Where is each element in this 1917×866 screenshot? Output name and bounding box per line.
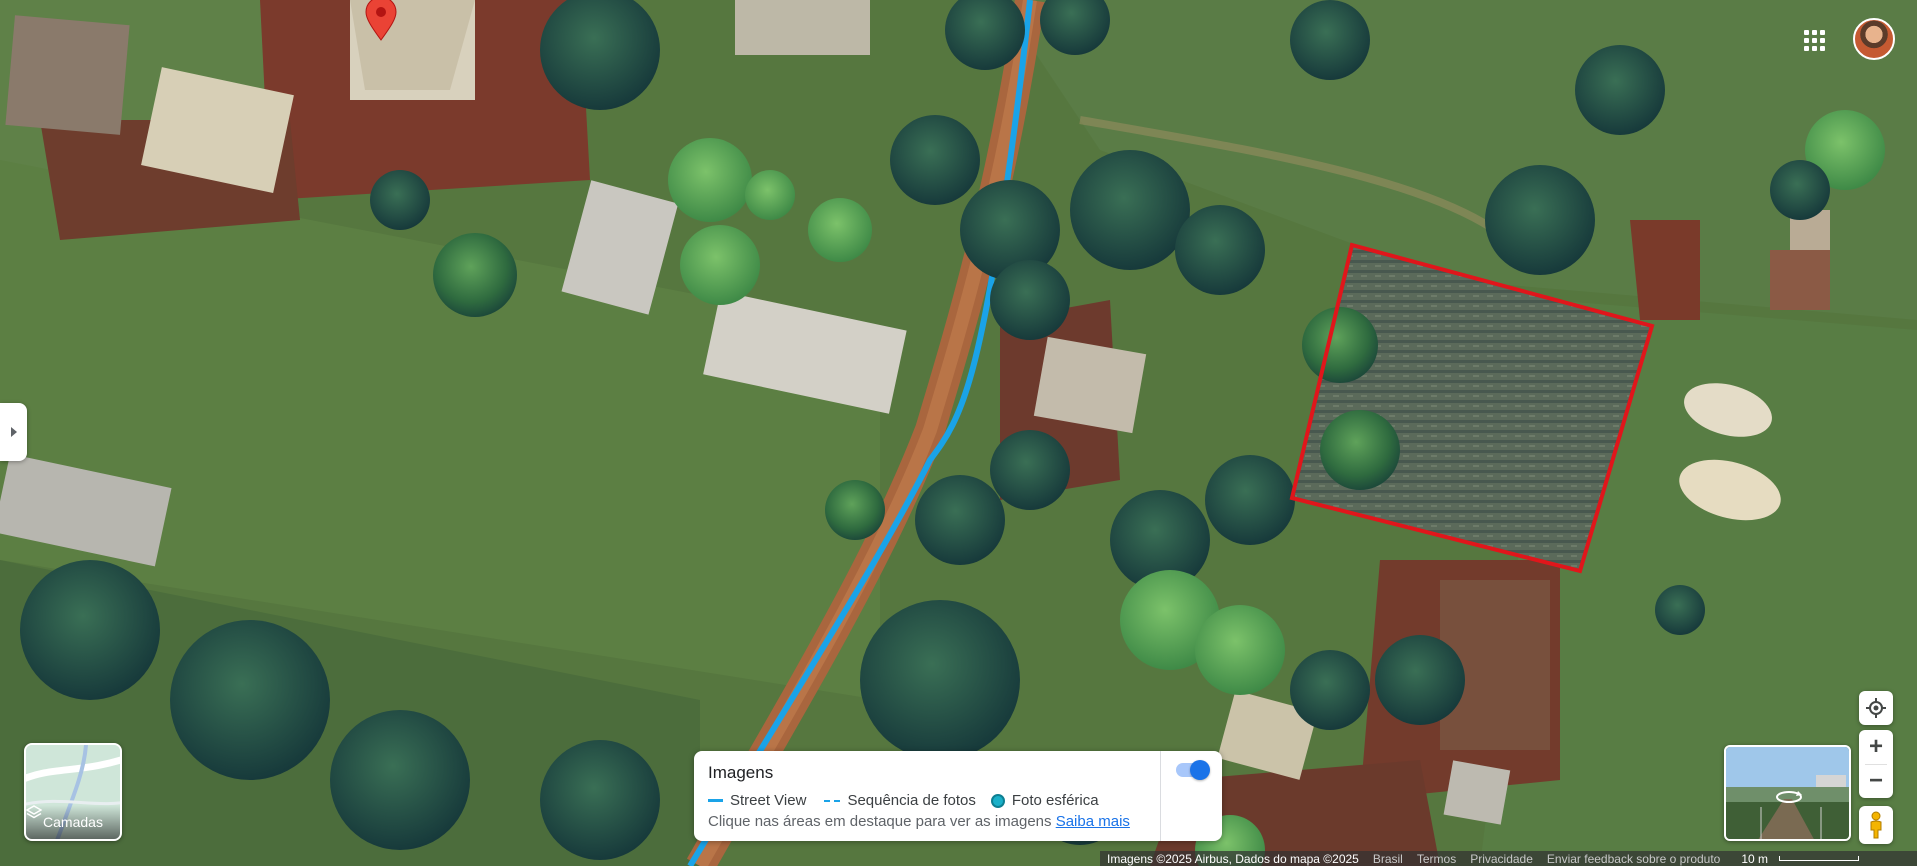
legend-street-view: Street View bbox=[730, 792, 807, 809]
zoom-in-button[interactable]: + bbox=[1859, 730, 1893, 764]
layers-label: Camadas bbox=[43, 814, 103, 830]
zoom-out-button[interactable]: − bbox=[1859, 764, 1893, 798]
attribution-bar: Imagens ©2025 Airbus, Dados do mapa ©202… bbox=[1100, 851, 1917, 866]
my-location-button[interactable] bbox=[1859, 691, 1893, 725]
account-avatar[interactable] bbox=[1853, 18, 1895, 60]
imagery-toggle[interactable] bbox=[1176, 760, 1210, 780]
terms-link[interactable]: Termos bbox=[1410, 852, 1463, 866]
imagery-card: Imagens Street View Sequência de fotos F… bbox=[694, 751, 1222, 841]
layers-button[interactable]: Camadas bbox=[24, 743, 122, 841]
satellite-map[interactable]: Camadas Imagens Street View Sequência de… bbox=[0, 0, 1917, 866]
pegman-icon bbox=[1870, 811, 1882, 839]
legend-photo-sequence: Sequência de fotos bbox=[847, 792, 976, 809]
expand-side-panel-button[interactable] bbox=[0, 403, 27, 461]
photo-sequence-icon bbox=[824, 799, 841, 802]
feedback-link[interactable]: Enviar feedback sobre o produto bbox=[1540, 852, 1727, 866]
street-view-thumbnail[interactable] bbox=[1724, 745, 1851, 841]
learn-more-link[interactable]: Saiba mais bbox=[1056, 813, 1130, 830]
imagery-hint: Clique nas áreas em destaque para ver as… bbox=[708, 813, 1130, 830]
apps-grid-icon bbox=[1803, 29, 1825, 51]
imagery-hint-text: Clique nas áreas em destaque para ver as… bbox=[708, 813, 1052, 830]
imagery-legend: Street View Sequência de fotos Foto esfé… bbox=[708, 792, 1099, 809]
scale-bar bbox=[1779, 856, 1860, 861]
toggle-knob bbox=[1190, 760, 1210, 780]
layers-icon bbox=[26, 805, 42, 819]
scale-control[interactable]: 10 m bbox=[1727, 852, 1866, 866]
chevron-right-icon bbox=[10, 427, 17, 437]
satellite-imagery bbox=[0, 0, 1917, 866]
zoom-controls: + − bbox=[1859, 730, 1893, 798]
my-location-icon bbox=[1866, 698, 1886, 718]
google-apps-button[interactable] bbox=[1796, 22, 1832, 58]
country-link[interactable]: Brasil bbox=[1366, 852, 1410, 866]
privacy-link[interactable]: Privacidade bbox=[1463, 852, 1540, 866]
imagery-title: Imagens bbox=[708, 763, 774, 782]
street-view-preview bbox=[1726, 747, 1849, 839]
legend-spherical-photo: Foto esférica bbox=[1011, 792, 1099, 809]
imagery-credit: Imagens ©2025 Airbus, Dados do mapa ©202… bbox=[1107, 851, 1359, 866]
card-divider bbox=[1160, 751, 1161, 841]
pegman-button[interactable] bbox=[1859, 806, 1893, 844]
scale-label: 10 m bbox=[1741, 851, 1769, 866]
street-view-line-icon bbox=[708, 799, 723, 802]
spherical-photo-icon bbox=[990, 793, 1005, 808]
